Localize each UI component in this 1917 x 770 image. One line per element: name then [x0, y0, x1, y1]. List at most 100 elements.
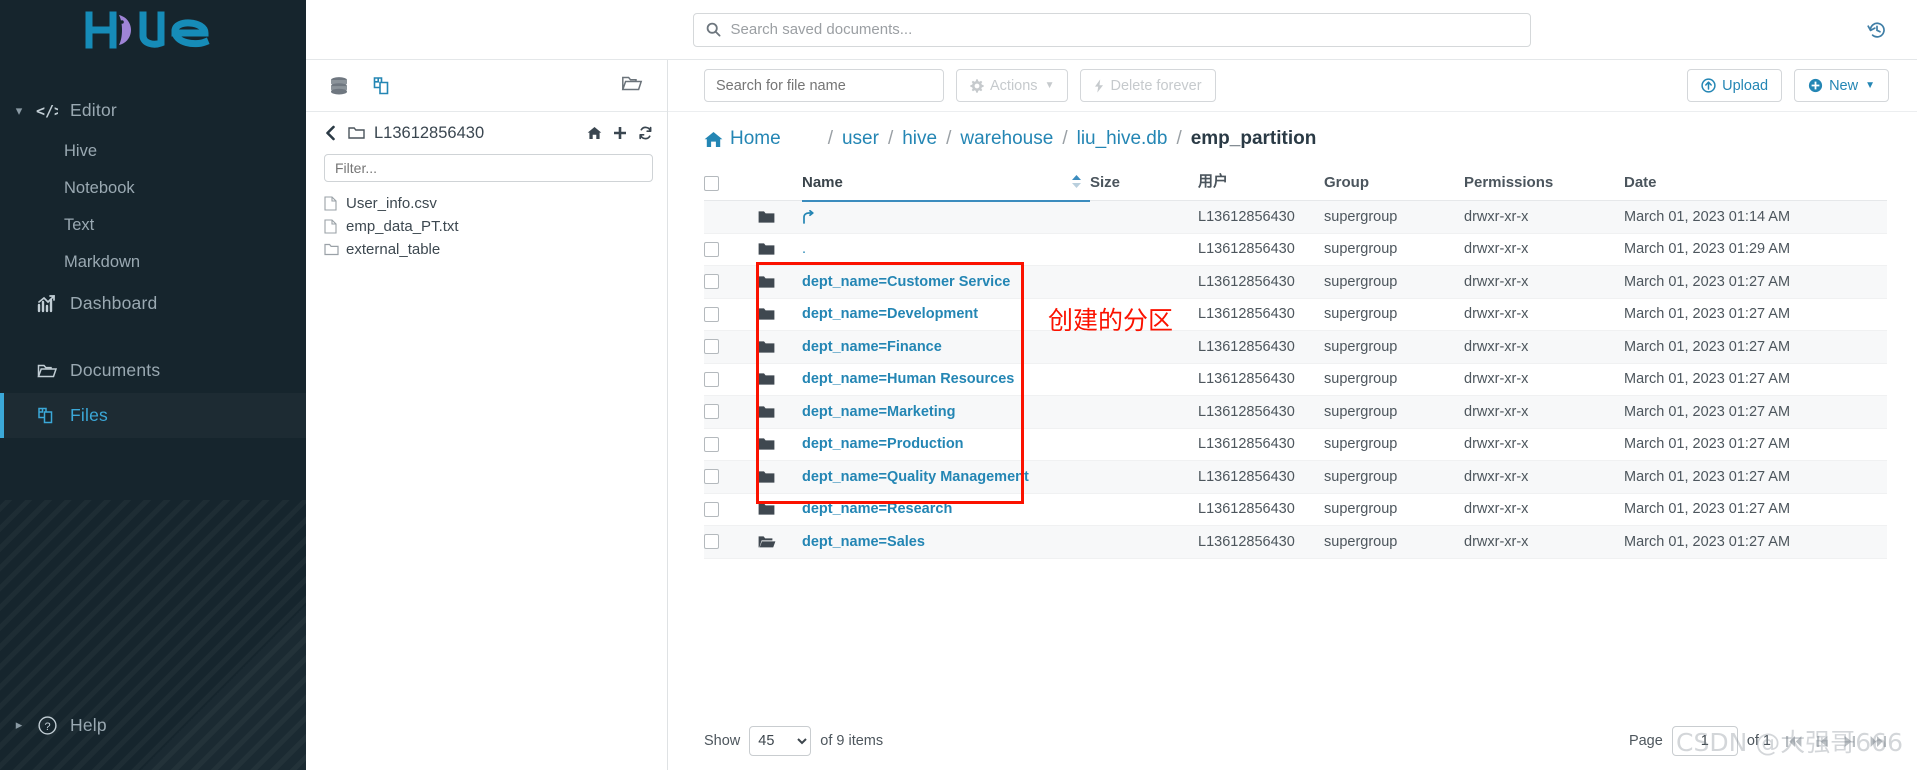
- row-checkbox[interactable]: [704, 306, 719, 322]
- row-name-cell[interactable]: dept_name=Customer Service: [802, 265, 1090, 299]
- row-checkbox[interactable]: [704, 436, 719, 452]
- new-button[interactable]: New ▼: [1794, 69, 1889, 102]
- tree-item[interactable]: User_info.csv: [324, 192, 667, 215]
- files-icon[interactable]: [372, 75, 394, 97]
- sidebar-item-text[interactable]: Text: [0, 207, 306, 244]
- column-header-group[interactable]: Group: [1324, 164, 1464, 201]
- chevron-left-icon[interactable]: [324, 125, 337, 141]
- sidebar-item-dashboard[interactable]: Dashboard: [0, 281, 306, 326]
- row-icon-cell: [758, 363, 802, 396]
- column-header-name[interactable]: Name: [802, 164, 1090, 202]
- next-page-button[interactable]: [1843, 735, 1856, 748]
- row-name-link[interactable]: dept_name=Customer Service: [802, 274, 1010, 290]
- row-name-link[interactable]: dept_name=Sales: [802, 534, 925, 550]
- hue-logo[interactable]: [0, 0, 306, 60]
- filter-input[interactable]: [324, 154, 653, 182]
- row-checkbox[interactable]: [704, 274, 719, 290]
- row-name-cell[interactable]: dept_name=Quality Management: [802, 460, 1090, 494]
- database-icon[interactable]: [328, 75, 350, 97]
- open-folder-icon[interactable]: [621, 73, 643, 98]
- row-name-link[interactable]: dept_name=Development: [802, 306, 978, 322]
- row-checkbox[interactable]: [704, 534, 719, 550]
- column-header-date[interactable]: Date: [1624, 164, 1887, 201]
- row-checkbox[interactable]: [704, 339, 719, 355]
- row-checkbox[interactable]: [704, 501, 719, 517]
- last-page-button[interactable]: [1870, 735, 1887, 748]
- row-name-link[interactable]: dept_name=Research: [802, 501, 952, 517]
- tree-item[interactable]: external_table: [324, 238, 667, 261]
- column-header-permissions[interactable]: Permissions: [1464, 164, 1624, 201]
- row-name-link[interactable]: dept_name=Human Resources: [802, 371, 1014, 387]
- first-page-button[interactable]: [1785, 735, 1802, 748]
- table-row[interactable]: dept_name=Marketing L13612856430 supergr…: [704, 395, 1887, 429]
- row-name-cell[interactable]: dept_name=Research: [802, 493, 1090, 526]
- breadcrumb-segment-hive[interactable]: hive: [902, 128, 937, 150]
- home-icon[interactable]: [587, 126, 602, 140]
- sidebar-item-files[interactable]: Files: [0, 393, 306, 438]
- row-size-cell: [1090, 428, 1198, 461]
- row-checkbox[interactable]: [704, 404, 719, 420]
- row-name-cell[interactable]: .: [802, 233, 1090, 266]
- open-folder-icon: [758, 535, 802, 549]
- sidebar-item-notebook[interactable]: Notebook: [0, 170, 306, 207]
- row-name-cell[interactable]: dept_name=Human Resources: [802, 363, 1090, 396]
- breadcrumb-segment-warehouse[interactable]: warehouse: [960, 128, 1053, 150]
- sidebar-item-editor[interactable]: ▾ </> Editor: [0, 88, 306, 133]
- table-row[interactable]: dept_name=Quality Management L1361285643…: [704, 460, 1887, 494]
- breadcrumb-segment-user[interactable]: user: [842, 128, 879, 150]
- history-icon[interactable]: [1867, 20, 1887, 40]
- select-all-checkbox[interactable]: [704, 176, 719, 191]
- sidebar-subitem-label: Hive: [64, 142, 98, 160]
- global-search-box[interactable]: Search saved documents...: [692, 12, 1531, 47]
- column-header-user[interactable]: 用户: [1198, 164, 1324, 201]
- row-checkbox[interactable]: [704, 469, 719, 485]
- sidebar-item-help[interactable]: ▸ ? Help: [0, 704, 306, 746]
- row-name-link[interactable]: dept_name=Production: [802, 436, 964, 452]
- table-row[interactable]: dept_name=Finance L13612856430 supergrou…: [704, 330, 1887, 364]
- row-name-cell[interactable]: dept_name=Sales: [802, 525, 1090, 559]
- sidebar-item-hive[interactable]: Hive: [0, 133, 306, 170]
- sidebar-item-markdown[interactable]: Markdown: [0, 244, 306, 281]
- row-name-cell[interactable]: dept_name=Production: [802, 428, 1090, 461]
- row-name-cell[interactable]: dept_name=Marketing: [802, 395, 1090, 429]
- table-row[interactable]: . L13612856430 supergroup drwxr-xr-x Mar…: [704, 233, 1887, 266]
- tree-item-label: emp_data_PT.txt: [346, 218, 459, 235]
- page-size-select[interactable]: 45: [749, 726, 812, 756]
- actions-button[interactable]: Actions ▼: [956, 69, 1069, 102]
- row-name-cell[interactable]: dept_name=Finance: [802, 330, 1090, 364]
- row-checkbox[interactable]: [704, 241, 719, 257]
- delete-forever-button[interactable]: Delete forever: [1080, 69, 1216, 102]
- row-name-link[interactable]: .: [802, 241, 806, 257]
- row-user-cell: L13612856430: [1198, 460, 1324, 494]
- column-header-size[interactable]: Size: [1090, 164, 1198, 201]
- table-row[interactable]: dept_name=Human Resources L13612856430 s…: [704, 363, 1887, 396]
- column-header-label: Date: [1624, 174, 1657, 191]
- plus-icon[interactable]: [613, 126, 627, 140]
- refresh-icon[interactable]: [638, 126, 653, 140]
- upload-button[interactable]: Upload: [1687, 69, 1783, 102]
- plus-circle-icon: [1808, 78, 1823, 93]
- row-name-link[interactable]: dept_name=Quality Management: [802, 469, 1029, 485]
- row-permissions-cell: drwxr-xr-x: [1464, 298, 1624, 331]
- row-name-cell[interactable]: [802, 200, 1090, 234]
- table-row[interactable]: dept_name=Research L13612856430 supergro…: [704, 493, 1887, 526]
- table-row[interactable]: dept_name=Customer Service L13612856430 …: [704, 265, 1887, 299]
- row-name-link[interactable]: dept_name=Marketing: [802, 404, 956, 420]
- table-row[interactable]: L13612856430 supergroup drwxr-xr-x March…: [704, 200, 1887, 234]
- breadcrumb-home[interactable]: Home: [704, 128, 781, 150]
- file-table: Name Size 用户 Group Permissions Date L136…: [704, 164, 1887, 559]
- table-row[interactable]: dept_name=Development L13612856430 super…: [704, 298, 1887, 331]
- page-number-input[interactable]: [1671, 726, 1738, 756]
- table-row[interactable]: dept_name=Sales L13612856430 supergroup …: [704, 525, 1887, 559]
- previous-page-button[interactable]: [1816, 735, 1829, 748]
- table-row[interactable]: dept_name=Production L13612856430 superg…: [704, 428, 1887, 461]
- sidebar-item-documents[interactable]: Documents: [0, 348, 306, 393]
- breadcrumb-segment-liu-hive-db[interactable]: liu_hive.db: [1077, 128, 1168, 150]
- tree-item[interactable]: emp_data_PT.txt: [324, 215, 667, 238]
- row-checkbox[interactable]: [704, 371, 719, 387]
- row-name-link[interactable]: dept_name=Finance: [802, 339, 942, 355]
- breadcrumb-separator: /: [887, 128, 894, 149]
- search-input[interactable]: [704, 69, 944, 102]
- row-name-cell[interactable]: dept_name=Development: [802, 298, 1090, 331]
- sidebar-subitem-label: Notebook: [64, 179, 135, 197]
